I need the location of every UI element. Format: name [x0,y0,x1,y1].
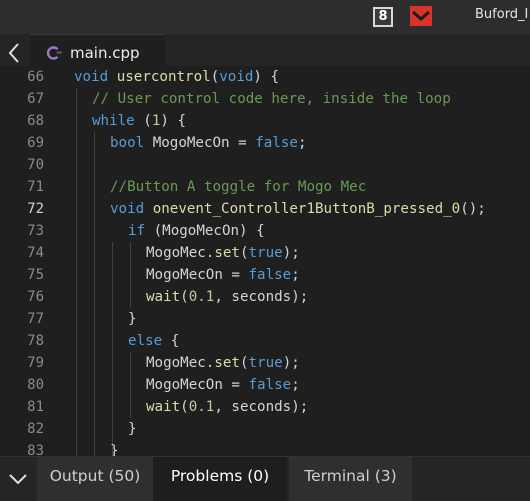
code-text: wait(0.1, seconds); [146,289,309,305]
tab-label: main.cpp [70,44,140,62]
line-number: 79 [27,355,44,371]
code-line: 80 MogoMecOn = false; [0,374,530,396]
code-line: 71 //Button A toggle for Mogo Mec [0,176,530,198]
code-line: 83 } [0,440,530,456]
line-number: 67 [27,91,44,107]
line-number: 66 [27,69,44,85]
code-text: while (1) { [92,113,186,129]
line-number: 68 [27,113,44,129]
code-line: 69 bool MogoMecOn = false; [0,132,530,154]
line-number: 83 [27,443,44,456]
code-text: MogoMec.set(true); [146,245,300,261]
line-number: 70 [27,157,44,173]
code-text: } [128,311,137,327]
code-line: 67 // User control code here, inside the… [0,88,530,110]
line-number: 78 [27,333,44,349]
tab-problems[interactable]: Problems (0) [153,457,287,501]
cpp-file-icon: + + [46,46,62,60]
code-line-active: 72 void onevent_Controller1ButtonB_press… [0,198,530,220]
svg-text:+: + [58,50,62,57]
code-comment: //Button A toggle for Mogo Mec [110,179,367,195]
line-number: 75 [27,267,44,283]
line-number: 82 [27,421,44,437]
code-text: if (MogoMecOn) { [128,223,265,239]
code-text: MogoMecOn = false; [146,377,300,393]
bottom-panel: Output (50) Problems (0) Terminal (3) [0,456,530,501]
code-line: 82 } [0,418,530,440]
line-number: 77 [27,311,44,327]
code-line: 70 [0,154,530,176]
code-line: 68 while (1) { [0,110,530,132]
chevron-left-icon[interactable] [4,40,24,66]
code-text: else { [128,333,180,349]
code-line: 81 wait(0.1, seconds); [0,396,530,418]
line-number: 80 [27,377,44,393]
window-title: Buford_I [475,7,529,22]
line-number: 72 [27,201,44,217]
code-editor[interactable]: 66 void usercontrol(void) { 67 // User c… [0,66,530,456]
line-number: 73 [27,223,44,239]
code-line: 79 MogoMec.set(true); [0,352,530,374]
line-number: 76 [27,289,44,305]
code-text: MogoMecOn = false; [146,267,300,283]
code-line: 75 MogoMecOn = false; [0,264,530,286]
code-line: 77 } [0,308,530,330]
code-line: 78 else { [0,330,530,352]
code-line: 66 void usercontrol(void) { [0,66,530,88]
code-text: } [110,443,119,456]
code-line: 76 wait(0.1, seconds); [0,286,530,308]
code-text: MogoMec.set(true); [146,355,300,371]
title-bar: 8 Buford_I [0,0,530,34]
red-app-icon[interactable] [410,6,432,26]
chevron-down-icon[interactable] [6,467,30,491]
line-number: 81 [27,399,44,415]
line-number: 74 [27,245,44,261]
line-number: 69 [27,135,44,151]
code-text: void onevent_Controller1ButtonB_pressed_… [110,201,486,217]
code-comment: // User control code here, inside the lo… [92,91,451,107]
tab-output[interactable]: Output (50) [37,457,153,501]
tab-terminal[interactable]: Terminal (3) [289,457,412,501]
code-line: 73 if (MogoMecOn) { [0,220,530,242]
code-line: 74 MogoMec.set(true); [0,242,530,264]
code-text: wait(0.1, seconds); [146,399,309,415]
code-text: } [128,421,137,437]
code-text: void usercontrol(void) { [74,69,280,85]
code-text: bool MogoMecOn = false; [110,135,307,151]
line-number: 71 [27,179,44,195]
numbered-square-icon[interactable]: 8 [373,7,393,27]
